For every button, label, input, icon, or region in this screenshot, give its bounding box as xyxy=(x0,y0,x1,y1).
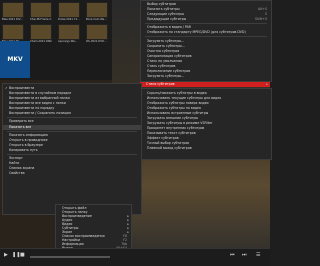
menu-separator xyxy=(145,23,267,24)
menu-item[interactable]: Проверить все xyxy=(3,119,141,124)
context-menu: ✓ Воспроизвести Воспроизвести в случайном… xyxy=(2,83,142,215)
file-label: Blaa 2021 DIV... xyxy=(2,18,23,21)
menu-separator xyxy=(7,131,137,132)
prev-icon[interactable]: ⏮ xyxy=(230,252,235,258)
menu-separator xyxy=(145,36,267,37)
subtitle-options-submenu: Скрыть/показать субтитры в видео Использ… xyxy=(140,88,272,160)
file-label: WL.2021.DVD... xyxy=(86,40,107,43)
menu-item[interactable]: Свойства xyxy=(3,171,141,176)
menu-item[interactable]: Плавный выход субтитров xyxy=(141,146,271,151)
stop-icon[interactable]: ■ xyxy=(20,252,25,258)
menu-item-subtitle-styles[interactable]: Стили субтитров ▸ xyxy=(140,82,270,87)
menu-separator xyxy=(7,117,137,118)
menu-item[interactable]: Воспроизвести / Сохранить позицию xyxy=(3,111,141,116)
menu-item-selected[interactable]: Показать все xyxy=(3,125,141,130)
next-icon[interactable]: ⏭ xyxy=(242,252,247,258)
file-thumbnail xyxy=(2,24,24,40)
file-thumbnail xyxy=(2,2,24,18)
file-thumbnail xyxy=(30,24,52,40)
menu-item[interactable]: Отображать по стандарту MPEG/DVD (для су… xyxy=(141,30,271,35)
seek-bar[interactable] xyxy=(30,256,110,258)
file-label: Dollar.2021.Y.1... xyxy=(58,18,80,21)
menu-separator xyxy=(7,154,137,155)
file-label: Cham.2021.DSN... xyxy=(30,40,52,43)
menu-item[interactable]: Копировать путь xyxy=(3,148,141,153)
file-thumbnail xyxy=(86,2,108,18)
file-label: Cher.Mi.Frieda 2... xyxy=(30,18,52,21)
file-browser: Blaa 2021 DIV... Cher.Mi.Frieda 2... Dol… xyxy=(0,0,112,80)
file-thumbnail xyxy=(58,24,80,40)
main-menu-bottom: Открыть файл Открыть папку Воспроизведен… xyxy=(55,204,132,252)
menu-item[interactable]: Предыдущие субтитры Shift+S xyxy=(141,17,271,22)
file-thumbnail xyxy=(58,2,80,18)
menu-item[interactable]: Загрузить субтитры... xyxy=(141,74,271,79)
mkv-file-icon[interactable]: MKV xyxy=(0,41,30,78)
file-thumbnail xyxy=(86,24,108,40)
file-label: Bonk.Cam.Wa... xyxy=(86,18,107,21)
file-thumbnail xyxy=(30,2,52,18)
file-label: Apocalyp.Wa... xyxy=(58,40,78,43)
menu-icon[interactable]: ☰ xyxy=(256,252,260,258)
play-icon[interactable]: ▶ xyxy=(4,252,8,258)
subtitle-submenu: Выбор субтитров Показать субтитры Alt+S С… xyxy=(140,0,272,82)
